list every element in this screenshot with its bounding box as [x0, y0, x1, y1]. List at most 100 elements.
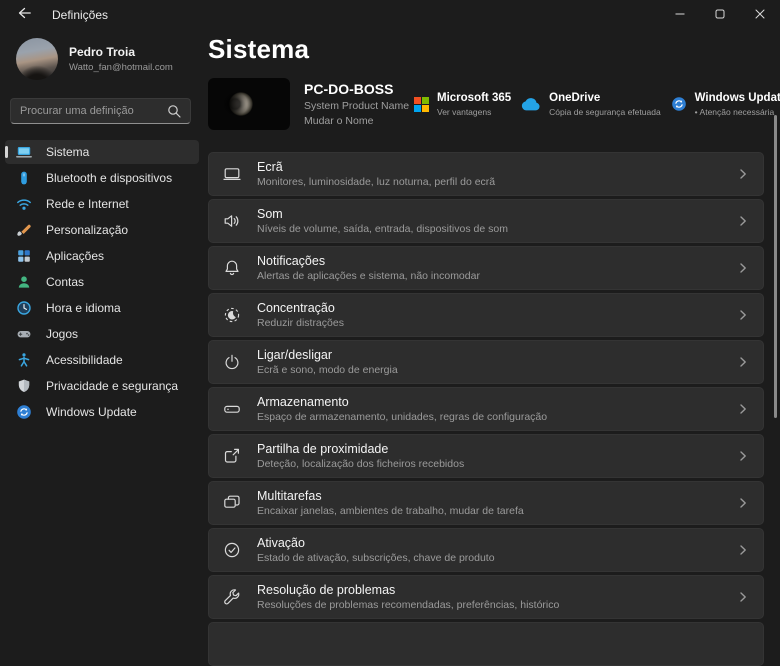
activation-check-icon [222, 540, 242, 560]
search-input[interactable] [20, 105, 167, 117]
accessibility-icon [16, 352, 32, 368]
sound-icon [222, 211, 242, 231]
vertical-scrollbar[interactable] [774, 115, 777, 418]
search-icon [167, 104, 181, 118]
row-title: Notificações [257, 254, 727, 268]
chevron-right-icon [737, 403, 749, 415]
nearby-sharing-icon [222, 446, 242, 466]
sidebar-item-sistema[interactable]: Sistema [5, 140, 199, 164]
sidebar-item-label: Hora e idioma [46, 301, 121, 315]
network-icon [16, 196, 32, 212]
storage-drive-icon [222, 399, 242, 419]
row-subtitle: Monitores, luminosidade, luz noturna, pe… [257, 176, 727, 188]
window-controls [660, 0, 780, 30]
display-icon [222, 164, 242, 184]
sidebar-item-label: Privacidade e segurança [46, 379, 178, 393]
close-icon [755, 6, 765, 24]
minimize-button[interactable] [660, 0, 700, 30]
onedrive-cloud-icon [521, 98, 541, 111]
badge-subtitle: Ver vantagens [437, 107, 511, 117]
search-box[interactable] [10, 98, 191, 124]
settings-row-ativacao[interactable]: Ativação Estado de ativação, subscrições… [208, 528, 764, 572]
accounts-icon [16, 274, 32, 290]
windows-update-icon [16, 404, 32, 420]
apps-icon [16, 248, 32, 264]
sidebar-item-rede[interactable]: Rede e Internet [5, 192, 199, 216]
settings-row-armazenamento[interactable]: Armazenamento Espaço de armazenamento, u… [208, 387, 764, 431]
multitasking-windows-icon [222, 493, 242, 513]
row-title: Ecrã [257, 160, 727, 174]
back-button[interactable] [10, 4, 38, 26]
sidebar-item-bluetooth[interactable]: Bluetooth e dispositivos [5, 166, 199, 190]
badge-title: Microsoft 365 [437, 92, 511, 104]
row-subtitle: Deteção, localização dos ficheiros receb… [257, 458, 727, 470]
device-name: PC-DO-BOSS [304, 81, 414, 97]
sidebar-item-privacidade[interactable]: Privacidade e segurança [5, 374, 199, 398]
settings-row-partilha-proximidade[interactable]: Partilha de proximidade Deteção, localiz… [208, 434, 764, 478]
settings-row-ecra[interactable]: Ecrã Monitores, luminosidade, luz noturn… [208, 152, 764, 196]
settings-row-ligar-desligar[interactable]: Ligar/desligar Ecrã e sono, modo de ener… [208, 340, 764, 384]
maximize-icon [715, 6, 725, 24]
microsoft-365-badge[interactable]: Microsoft 365 Ver vantagens [414, 92, 511, 117]
sidebar-item-hora-idioma[interactable]: Hora e idioma [5, 296, 199, 320]
close-button[interactable] [740, 0, 780, 30]
windows-update-icon [671, 96, 687, 112]
chevron-right-icon [737, 262, 749, 274]
settings-row-concentracao[interactable]: Concentração Reduzir distrações [208, 293, 764, 337]
troubleshoot-wrench-icon [222, 587, 242, 607]
avatar [16, 38, 58, 80]
sidebar-item-label: Acessibilidade [46, 353, 123, 367]
chevron-right-icon [737, 168, 749, 180]
row-title: Ligar/desligar [257, 348, 727, 362]
row-subtitle: Ecrã e sono, modo de energia [257, 364, 727, 376]
badge-subtitle: • Atenção necessária [695, 107, 780, 117]
chevron-right-icon [737, 544, 749, 556]
profile-block[interactable]: Pedro Troia Watto_fan@hotmail.com [0, 30, 204, 88]
sidebar-item-label: Windows Update [46, 405, 137, 419]
settings-row-multitarefas[interactable]: Multitarefas Encaixar janelas, ambientes… [208, 481, 764, 525]
title-bar[interactable]: Definições [0, 0, 780, 30]
status-badges: Microsoft 365 Ver vantagens OneDrive Cóp… [414, 92, 780, 117]
profile-name: Pedro Troia [69, 45, 173, 59]
badge-title: Windows Update [695, 92, 780, 104]
bluetooth-devices-icon [16, 170, 32, 186]
chevron-right-icon [737, 591, 749, 603]
personalization-icon [16, 222, 32, 238]
privacy-shield-icon [16, 378, 32, 394]
sidebar-item-contas[interactable]: Contas [5, 270, 199, 294]
row-subtitle: Espaço de armazenamento, unidades, regra… [257, 411, 727, 423]
maximize-button[interactable] [700, 0, 740, 30]
sidebar-item-jogos[interactable]: Jogos [5, 322, 199, 346]
rename-device-link[interactable]: Mudar o Nome [304, 115, 414, 127]
row-subtitle: Resoluções de problemas recomendadas, pr… [257, 599, 727, 611]
settings-row-resolucao-problemas[interactable]: Resolução de problemas Resoluções de pro… [208, 575, 764, 619]
sidebar-item-label: Personalização [46, 223, 128, 237]
selection-indicator [5, 146, 8, 158]
sidebar-item-personalizacao[interactable]: Personalização [5, 218, 199, 242]
page-title: Sistema [208, 34, 764, 64]
sidebar-item-aplicacoes[interactable]: Aplicações [5, 244, 199, 268]
settings-row-som[interactable]: Som Níveis de volume, saída, entrada, di… [208, 199, 764, 243]
windows-update-badge[interactable]: Windows Update • Atenção necessária [671, 92, 780, 117]
sidebar-item-acessibilidade[interactable]: Acessibilidade [5, 348, 199, 372]
row-title: Multitarefas [257, 489, 727, 503]
row-title: Som [257, 207, 727, 221]
badge-title: OneDrive [549, 92, 661, 104]
row-title: Ativação [257, 536, 727, 550]
chevron-right-icon [737, 450, 749, 462]
onedrive-badge[interactable]: OneDrive Cópia de segurança efetuada [521, 92, 661, 117]
row-subtitle: Níveis de volume, saída, entrada, dispos… [257, 223, 727, 235]
sidebar-item-windows-update[interactable]: Windows Update [5, 400, 199, 424]
settings-row-notificacoes[interactable]: Notificações Alertas de aplicações e sis… [208, 246, 764, 290]
badge-subtitle: Cópia de segurança efetuada [549, 107, 661, 117]
system-icon [16, 144, 32, 160]
minimize-icon [675, 6, 685, 24]
sidebar-item-label: Rede e Internet [46, 197, 129, 211]
power-icon [222, 352, 242, 372]
settings-row-partial[interactable] [208, 622, 764, 666]
profile-email: Watto_fan@hotmail.com [69, 62, 173, 73]
window-title: Definições [52, 8, 108, 22]
device-thumbnail [208, 78, 290, 130]
sidebar-item-label: Contas [46, 275, 84, 289]
row-title: Partilha de proximidade [257, 442, 727, 456]
